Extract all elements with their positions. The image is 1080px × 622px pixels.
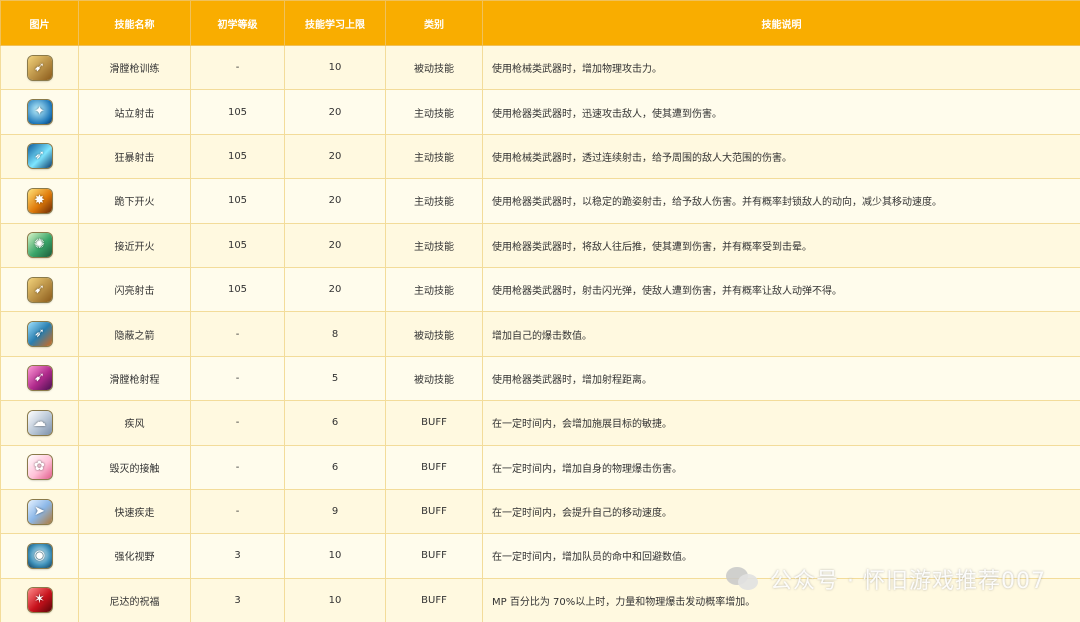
header-start-level: 初学等级 xyxy=(190,0,285,46)
standing-shot-icon: ✦ xyxy=(27,100,52,125)
wechat-icon xyxy=(726,565,760,593)
skill-description: 使用枪器类武器时，射击闪光弹，使敌人遭到伤害，并有概率让敌人动弹不得。 xyxy=(482,266,1080,313)
skill-category: BUFF xyxy=(385,488,483,535)
skill-name: 毁灭的接触 xyxy=(78,444,191,490)
max-level: 10 xyxy=(284,44,386,91)
rifle-training-icon: ➹ xyxy=(27,55,52,80)
table-row: ✦ 站立射击 105 20 主动技能 使用枪器类武器时，迅速攻击敌人，使其遭到伤… xyxy=(0,89,1080,135)
table-row: ☁ 疾风 - 6 BUFF 在一定时间内，会增加施展目标的敏捷。 xyxy=(0,400,1080,446)
max-level: 5 xyxy=(284,355,386,402)
skill-category: 被动技能 xyxy=(385,44,483,91)
max-level: 8 xyxy=(284,311,386,357)
skill-category: BUFF xyxy=(385,400,483,446)
start-level: - xyxy=(190,44,285,91)
skill-description: 在一定时间内，会提升自己的移动速度。 xyxy=(482,488,1080,535)
table-row: ✺ 接近开火 105 20 主动技能 使用枪器类武器时，将敌人往后推，使其遭到伤… xyxy=(0,222,1080,268)
table-row: ➶ 狂暴射击 105 20 主动技能 使用枪械类武器时，透过连续射击，给予周围的… xyxy=(0,133,1080,180)
skill-name: 接近开火 xyxy=(78,222,191,268)
skill-category: BUFF xyxy=(385,577,483,622)
start-level: 105 xyxy=(190,178,285,224)
table-row: ➤ 快速疾走 - 9 BUFF 在一定时间内，会提升自己的移动速度。 xyxy=(0,488,1080,535)
skill-name: 滑膛枪训练 xyxy=(78,44,191,91)
gale-icon: ☁ xyxy=(27,410,52,435)
header-skill-name: 技能名称 xyxy=(78,0,191,46)
skill-category: 主动技能 xyxy=(385,266,483,313)
kneel-fire-icon: ✸ xyxy=(27,188,52,213)
skill-table: 图片 技能名称 初学等级 技能学习上限 类别 技能说明 ➹ 滑膛枪训练 - 10… xyxy=(0,0,1080,622)
hidden-arrow-icon: ➶ xyxy=(27,322,52,347)
start-level: 105 xyxy=(190,133,285,180)
start-level: 105 xyxy=(190,266,285,313)
header-image: 图片 xyxy=(0,0,79,46)
max-level: 10 xyxy=(284,577,386,622)
enhanced-vision-icon: ◉ xyxy=(27,543,52,568)
skill-category: 主动技能 xyxy=(385,133,483,180)
header-category: 类别 xyxy=(385,0,483,46)
table-row: ➹ 闪亮射击 105 20 主动技能 使用枪器类武器时，射击闪光弹，使敌人遭到伤… xyxy=(0,266,1080,313)
table-row: ✸ 跪下开火 105 20 主动技能 使用枪器类武器时，以稳定的跪姿射击，给予敌… xyxy=(0,178,1080,224)
skill-description: 使用枪器类武器时，以稳定的跪姿射击，给予敌人伤害。并有概率封锁敌人的动向，减少其… xyxy=(482,178,1080,224)
skill-category: 主动技能 xyxy=(385,222,483,268)
skill-description: 使用枪械类武器时，透过连续射击，给予周围的敌人大范围的伤害。 xyxy=(482,133,1080,180)
skill-name: 站立射击 xyxy=(78,89,191,135)
skill-category: 被动技能 xyxy=(385,355,483,402)
watermark: 公众号 · 怀旧游戏推荐007 xyxy=(726,562,1046,596)
start-level: - xyxy=(190,311,285,357)
max-level: 20 xyxy=(284,89,386,135)
skill-name: 隐蔽之箭 xyxy=(78,311,191,357)
table-row: ➹ 滑膛枪射程 - 5 被动技能 使用枪器类武器时，增加射程距离。 xyxy=(0,355,1080,402)
skill-description: 增加自己的爆击数值。 xyxy=(482,311,1080,357)
skill-name: 疾风 xyxy=(78,400,191,446)
table-row: ✿ 毁灭的接触 - 6 BUFF 在一定时间内，增加自身的物理爆击伤害。 xyxy=(0,444,1080,490)
skill-table-page: 图片 技能名称 初学等级 技能学习上限 类别 技能说明 ➹ 滑膛枪训练 - 10… xyxy=(0,0,1080,622)
skill-name: 尼达的祝福 xyxy=(78,577,191,622)
rifle-range-icon: ➹ xyxy=(27,366,52,391)
frenzy-shot-icon: ➶ xyxy=(27,144,52,169)
header-max-level: 技能学习上限 xyxy=(284,0,386,46)
start-level: - xyxy=(190,355,285,402)
start-level: 105 xyxy=(190,89,285,135)
header-row: 图片 技能名称 初学等级 技能学习上限 类别 技能说明 xyxy=(0,0,1080,46)
max-level: 20 xyxy=(284,133,386,180)
skill-description: 使用枪器类武器时，迅速攻击敌人，使其遭到伤害。 xyxy=(482,89,1080,135)
skill-description: 使用枪器类武器时，增加射程距离。 xyxy=(482,355,1080,402)
watermark-text: 公众号 · 怀旧游戏推荐007 xyxy=(770,569,1046,594)
skill-name: 跪下开火 xyxy=(78,178,191,224)
table-row: ➶ 隐蔽之箭 - 8 被动技能 增加自己的爆击数值。 xyxy=(0,311,1080,357)
start-level: 105 xyxy=(190,222,285,268)
start-level: 3 xyxy=(190,577,285,622)
max-level: 6 xyxy=(284,400,386,446)
max-level: 20 xyxy=(284,222,386,268)
skill-name: 狂暴射击 xyxy=(78,133,191,180)
skill-category: 被动技能 xyxy=(385,311,483,357)
max-level: 20 xyxy=(284,178,386,224)
nida-blessing-icon: ✶ xyxy=(27,588,52,613)
start-level: - xyxy=(190,488,285,535)
max-level: 9 xyxy=(284,488,386,535)
destroy-touch-icon: ✿ xyxy=(27,455,52,480)
skill-name: 快速疾走 xyxy=(78,488,191,535)
quick-dash-icon: ➤ xyxy=(27,499,52,524)
start-level: - xyxy=(190,400,285,446)
max-level: 20 xyxy=(284,266,386,313)
flash-shot-icon: ➹ xyxy=(27,277,52,302)
skill-category: BUFF xyxy=(385,444,483,490)
skill-name: 强化视野 xyxy=(78,533,191,579)
table-row: ➹ 滑膛枪训练 - 10 被动技能 使用枪械类武器时，增加物理攻击力。 xyxy=(0,44,1080,91)
header-description: 技能说明 xyxy=(482,0,1080,46)
close-fire-icon: ✺ xyxy=(27,233,52,258)
max-level: 6 xyxy=(284,444,386,490)
skill-description: 在一定时间内，增加自身的物理爆击伤害。 xyxy=(482,444,1080,490)
skill-category: 主动技能 xyxy=(385,89,483,135)
skill-category: BUFF xyxy=(385,533,483,579)
skill-description: 在一定时间内，会增加施展目标的敏捷。 xyxy=(482,400,1080,446)
skill-category: 主动技能 xyxy=(385,178,483,224)
start-level: 3 xyxy=(190,533,285,579)
skill-description: 使用枪器类武器时，将敌人往后推，使其遭到伤害，并有概率受到击晕。 xyxy=(482,222,1080,268)
skill-description: 使用枪械类武器时，增加物理攻击力。 xyxy=(482,44,1080,91)
skill-name: 滑膛枪射程 xyxy=(78,355,191,402)
max-level: 10 xyxy=(284,533,386,579)
start-level: - xyxy=(190,444,285,490)
skill-name: 闪亮射击 xyxy=(78,266,191,313)
